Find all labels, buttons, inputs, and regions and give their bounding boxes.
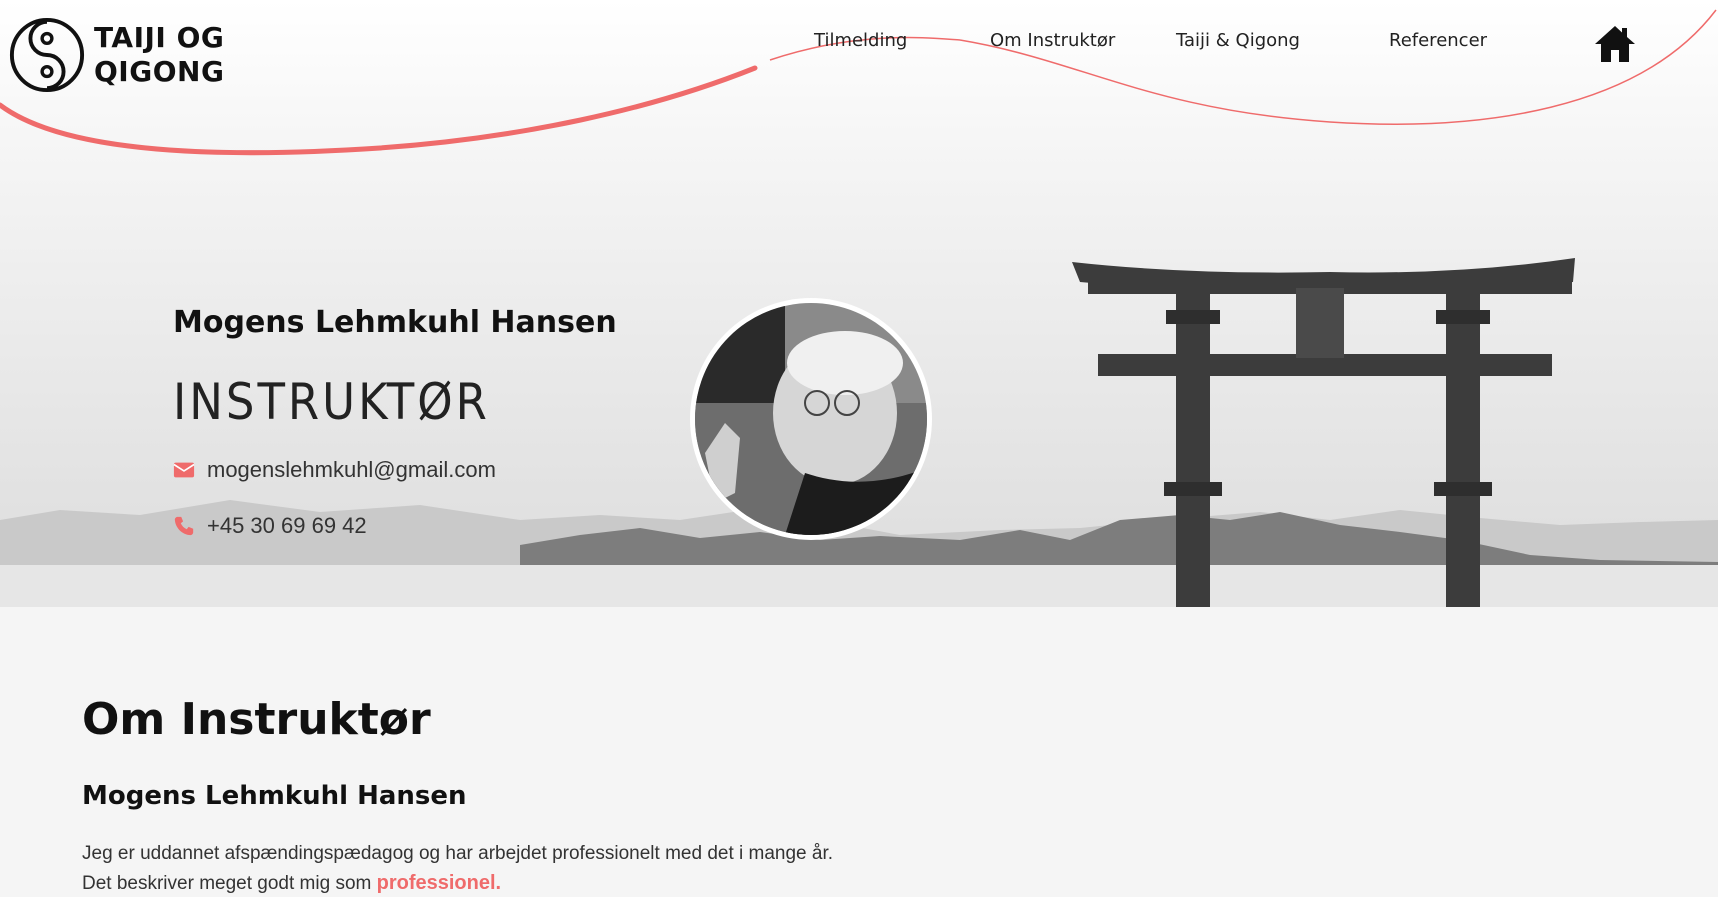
about-highlight-word: professionel. bbox=[376, 872, 502, 894]
instructor-photo bbox=[695, 303, 927, 535]
home-button[interactable] bbox=[1593, 24, 1637, 64]
instructor-avatar bbox=[690, 298, 932, 540]
home-icon bbox=[1595, 26, 1635, 62]
nav-item-taiji-qigong[interactable]: Taiji & Qigong bbox=[1176, 30, 1300, 51]
about-title: Om Instruktør bbox=[82, 694, 431, 745]
about-paragraph-1: Jeg er uddannet afspændingspædagog og ha… bbox=[82, 843, 834, 864]
about-subtitle: Mogens Lehmkuhl Hansen bbox=[82, 781, 467, 811]
contact-phone: +45 30 69 69 42 bbox=[173, 513, 367, 539]
nav-item-tilmelding[interactable]: Tilmelding bbox=[814, 30, 907, 51]
logo-line-2: QIGONG bbox=[94, 55, 225, 88]
nav-item-om-instruktor[interactable]: Om Instruktør bbox=[990, 30, 1115, 51]
site-header: TAIJI OG QIGONG Tilmelding Om Instruktør… bbox=[0, 0, 1718, 140]
hero-section: TAIJI OG QIGONG Tilmelding Om Instruktør… bbox=[0, 0, 1718, 607]
contact-email: mogenslehmkuhl@gmail.com bbox=[173, 457, 496, 483]
email-link[interactable]: mogenslehmkuhl@gmail.com bbox=[207, 457, 496, 483]
about-paragraph-2-text: Det beskriver meget godt mig som bbox=[82, 873, 372, 894]
phone-icon bbox=[174, 516, 194, 536]
envelope-icon bbox=[173, 462, 195, 478]
nav-item-referencer[interactable]: Referencer bbox=[1389, 30, 1487, 51]
phone-link[interactable]: +45 30 69 69 42 bbox=[207, 513, 367, 539]
main-nav: Tilmelding Om Instruktør Taiji & Qigong … bbox=[0, 30, 1718, 60]
instructor-role: INSTRUKTØR bbox=[173, 373, 490, 431]
about-paragraph-2: Det beskriver meget godt mig som profess… bbox=[82, 872, 501, 895]
instructor-name: Mogens Lehmkuhl Hansen bbox=[173, 305, 617, 340]
